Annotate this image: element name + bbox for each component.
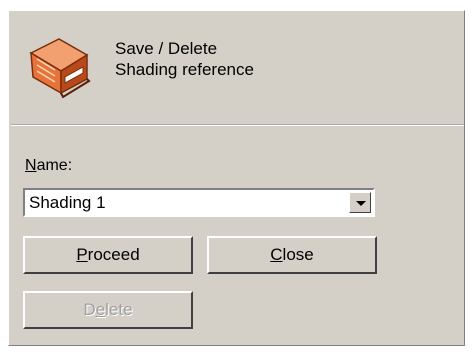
- dropdown-button[interactable]: [349, 192, 371, 213]
- proceed-label: roceed: [87, 245, 140, 264]
- chevron-down-icon: [356, 201, 366, 206]
- header-title: Save / Delete: [115, 39, 218, 58]
- name-label-text: ame:: [36, 157, 73, 174]
- name-label-mnemonic: N: [25, 157, 37, 174]
- delete-label-prefix: D: [83, 300, 96, 319]
- delete-label: lete: [105, 300, 133, 319]
- dialog-window: Save / Delete Shading reference Name: Sh…: [8, 10, 465, 346]
- book-icon: [25, 27, 93, 99]
- delete-mnemonic: e: [95, 300, 106, 319]
- close-label: lose: [282, 245, 314, 264]
- delete-button[interactable]: De lete: [23, 291, 193, 329]
- header-subtitle: Shading reference: [115, 60, 254, 79]
- name-label: Name:: [25, 157, 72, 175]
- name-combobox-value: Shading 1: [29, 193, 106, 212]
- header-text: Save / Delete Shading reference: [115, 38, 254, 80]
- dialog-header: Save / Delete Shading reference: [11, 13, 464, 126]
- name-combobox[interactable]: Shading 1: [23, 188, 375, 217]
- proceed-mnemonic: P: [76, 245, 88, 264]
- close-mnemonic: C: [270, 245, 283, 264]
- close-button[interactable]: Close: [207, 236, 377, 274]
- proceed-button[interactable]: Proceed: [23, 236, 193, 274]
